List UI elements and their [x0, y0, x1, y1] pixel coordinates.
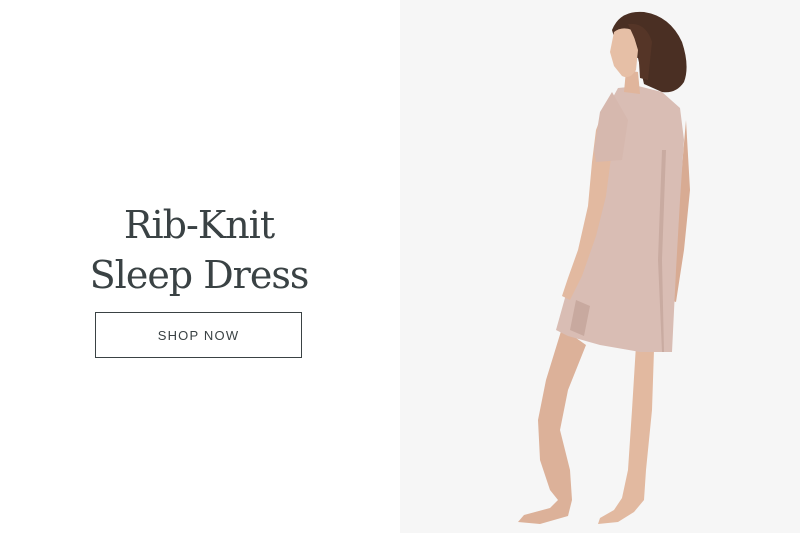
- product-headline: Rib-Knit Sleep Dress: [0, 200, 398, 300]
- promo-banner: Rib-Knit Sleep Dress SHOP NOW: [0, 0, 800, 533]
- model-photo[interactable]: [400, 0, 800, 533]
- headline-line-2: Sleep Dress: [89, 253, 310, 297]
- banner-text-panel: Rib-Knit Sleep Dress SHOP NOW: [0, 0, 400, 533]
- headline-line-1: Rib-Knit: [123, 203, 275, 247]
- shop-now-button[interactable]: SHOP NOW: [95, 312, 302, 358]
- product-photo-panel: [400, 0, 800, 533]
